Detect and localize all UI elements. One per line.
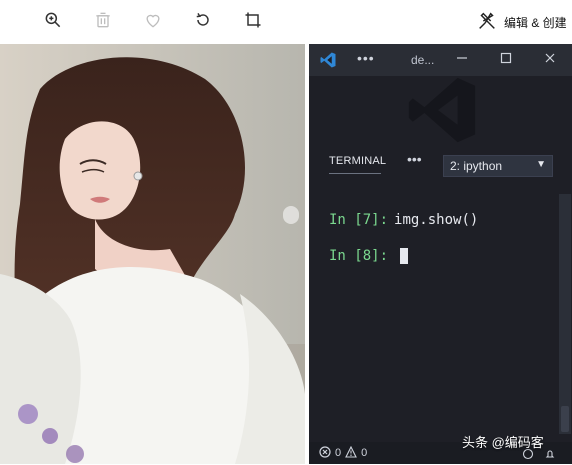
- terminal-output[interactable]: In [7]: img.show() In [8]:: [329, 202, 478, 274]
- minimize-button[interactable]: [440, 44, 484, 76]
- maximize-button[interactable]: [484, 44, 528, 76]
- title-bar: ••• de...: [309, 44, 572, 76]
- crop-icon: [243, 10, 263, 35]
- delete-button[interactable]: [91, 10, 115, 34]
- vscode-window: ••• de... TERMINAL ••• 2: ipython ▼ In […: [309, 44, 572, 464]
- error-count: 0: [335, 447, 342, 459]
- pen-brush-icon: [476, 10, 498, 35]
- brand-watermark: 头条 @编码客: [462, 435, 544, 450]
- trash-icon: [93, 10, 113, 35]
- photo-image: [0, 44, 305, 464]
- terminal-selector[interactable]: 2: ipython ▼: [443, 155, 553, 177]
- terminal-scrollbar[interactable]: [559, 194, 571, 434]
- zoom-in-icon: [43, 10, 63, 35]
- text-cursor: [400, 248, 409, 264]
- ipython-prompt: In [8]:: [329, 248, 389, 264]
- maximize-icon: [500, 51, 512, 69]
- error-icon: [319, 445, 331, 461]
- bell-icon[interactable]: [544, 447, 556, 465]
- vscode-logo-icon: [319, 51, 337, 69]
- photo-view: [0, 44, 305, 464]
- edit-create-label: 编辑 & 创建: [504, 15, 567, 30]
- rotate-icon: [193, 10, 213, 35]
- ipython-prompt: In [7]:: [329, 212, 389, 228]
- terminal-selector-value: 2: ipython: [450, 159, 503, 173]
- problems-indicator[interactable]: 0 0: [319, 445, 368, 461]
- panel-more-icon[interactable]: •••: [407, 151, 422, 167]
- terminal-line: In [7]: img.show(): [329, 202, 478, 238]
- warning-count: 0: [361, 447, 368, 459]
- minimize-icon: [456, 51, 468, 69]
- close-icon: [544, 51, 556, 69]
- vscode-watermark-icon: [403, 74, 481, 146]
- panel-tabs: TERMINAL ••• 2: ipython ▼ ‹: [309, 149, 572, 273]
- close-button[interactable]: [528, 44, 572, 76]
- command-text: img.show(): [394, 212, 479, 228]
- active-tab-indicator: [329, 173, 381, 174]
- edit-create-button[interactable]: 编辑 & 创建: [476, 10, 567, 34]
- chevron-down-icon: ▼: [536, 159, 546, 170]
- photos-toolbar: 编辑 & 创建: [0, 0, 572, 44]
- heart-icon: [143, 10, 163, 35]
- terminal-line: In [8]:: [329, 238, 478, 274]
- rotate-button[interactable]: [191, 10, 215, 34]
- zoom-in-button[interactable]: [41, 10, 65, 34]
- window-title: de...: [411, 53, 435, 67]
- title-more-icon[interactable]: •••: [357, 50, 375, 66]
- warning-icon: [345, 445, 358, 461]
- crop-button[interactable]: [241, 10, 265, 34]
- photo-side-handle[interactable]: [283, 206, 299, 224]
- terminal-scrollbar-thumb[interactable]: [561, 406, 569, 432]
- favorite-button[interactable]: [141, 10, 165, 34]
- tab-terminal[interactable]: TERMINAL: [329, 155, 386, 167]
